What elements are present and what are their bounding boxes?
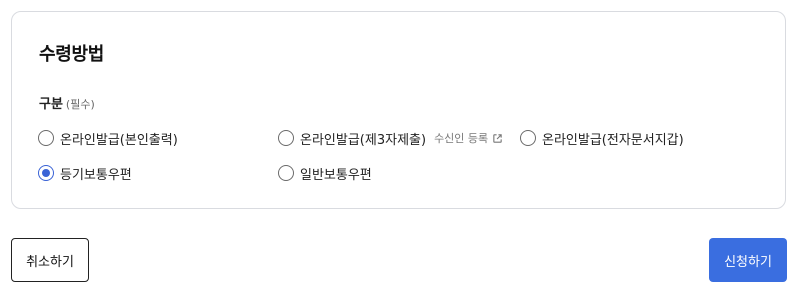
submit-button[interactable]: 신청하기 <box>709 238 787 282</box>
option-label: 일반보통우편 <box>300 167 372 183</box>
option-label: 온라인발급(본인출력) <box>60 132 178 148</box>
field-label-text: 구분 <box>39 97 63 112</box>
radio-button[interactable] <box>278 165 294 181</box>
radio-button[interactable] <box>38 130 54 146</box>
register-recipient-label: 수신인 등록 <box>434 132 489 145</box>
option-regular-mail[interactable]: 일반보통우편 <box>278 163 372 183</box>
receive-method-card: 수령방법 구분 (필수) 온라인발급(본인출력) 온라인발급(제3자제출) 수신인… <box>11 11 786 209</box>
option-label: 온라인발급(제3자제출) <box>300 132 427 148</box>
radio-button[interactable] <box>520 130 536 146</box>
option-label: 온라인발급(전자문서지갑) <box>542 132 684 148</box>
radio-button-selected[interactable] <box>38 165 54 181</box>
external-link-icon <box>493 133 502 143</box>
option-online-e-wallet[interactable]: 온라인발급(전자문서지갑) <box>520 128 684 148</box>
option-online-third-party[interactable]: 온라인발급(제3자제출) 수신인 등록 <box>278 128 503 148</box>
radio-button[interactable] <box>278 130 294 146</box>
option-label: 등기보통우편 <box>60 167 132 183</box>
required-indicator: (필수) <box>65 98 95 111</box>
section-title: 수령방법 <box>39 44 105 65</box>
register-recipient-link[interactable]: 수신인 등록 <box>434 130 503 146</box>
option-online-self-print[interactable]: 온라인발급(본인출력) <box>38 128 178 148</box>
field-label: 구분 (필수) <box>39 93 95 112</box>
cancel-button[interactable]: 취소하기 <box>11 238 89 282</box>
option-registered-mail[interactable]: 등기보통우편 <box>38 163 132 183</box>
